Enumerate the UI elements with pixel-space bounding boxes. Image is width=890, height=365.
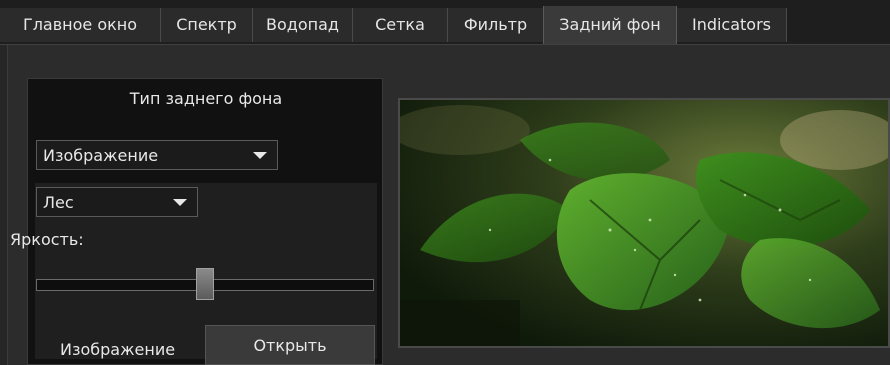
brightness-slider-handle[interactable] [196, 268, 214, 300]
tab-main-window[interactable]: Главное окно [0, 8, 161, 42]
image-preset-value: Лес [43, 193, 74, 212]
tab-background[interactable]: Задний фон [543, 6, 677, 44]
background-preview-image [398, 98, 890, 348]
background-type-panel: Тип заднего фона Изображение Лес [27, 78, 383, 365]
brightness-label: Яркость: [10, 230, 84, 249]
settings-window: Главное окно Спектр Водопад Сетка Фильтр… [0, 0, 890, 365]
open-button[interactable]: Открыть [205, 325, 375, 365]
tab-spectrum[interactable]: Спектр [161, 8, 253, 42]
image-preset-select[interactable]: Лес [36, 187, 198, 217]
tab-bar: Главное окно Спектр Водопад Сетка Фильтр… [0, 0, 890, 45]
leaves-image [400, 100, 888, 346]
chevron-down-icon [173, 199, 187, 206]
image-label: Изображение [60, 340, 176, 359]
tab-waterfall[interactable]: Водопад [253, 8, 353, 42]
background-type-value: Изображение [43, 146, 159, 165]
chevron-down-icon [253, 152, 267, 159]
tab-grid[interactable]: Сетка [353, 8, 448, 42]
background-type-select[interactable]: Изображение [36, 140, 278, 170]
tab-filter[interactable]: Фильтр [448, 8, 544, 42]
tab-indicators[interactable]: Indicators [677, 8, 787, 42]
panel-title: Тип заднего фона [129, 89, 283, 108]
